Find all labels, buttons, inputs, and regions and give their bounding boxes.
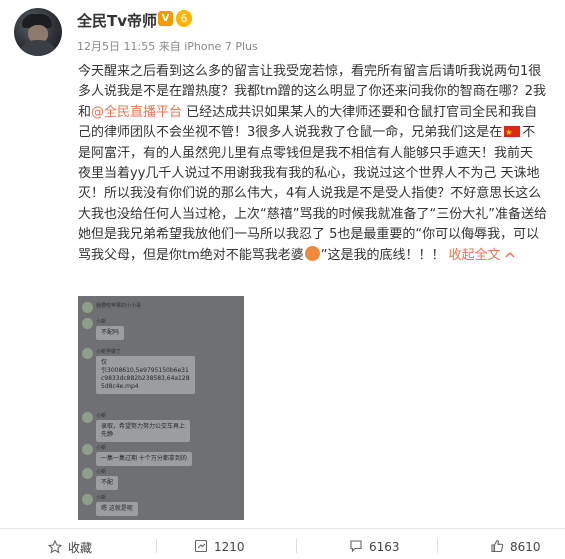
chat-avatar	[82, 318, 93, 329]
post-line-text: 不	[522, 125, 536, 141]
post-line: 她但是我兄弟希望我放他们一马所以我忍了 5也是最重要的“你可以侮辱我，可以	[78, 227, 540, 243]
chat-screenshot-image[interactable]: 我要吃苹果的小小哥 小新 不配吗 小新学做了 仅 引3008610,5e9795…	[78, 296, 244, 520]
chat-avatar	[82, 494, 93, 505]
post-line-text: 和	[78, 104, 92, 120]
star-icon	[48, 540, 62, 554]
chat-name: 小新	[96, 445, 107, 451]
post-line: 骂我父母，但是你tm绝对不能骂我老婆 ”这是我的底线！！！ 收起全文	[78, 245, 565, 266]
post-time[interactable]: 12月5日 11:55	[77, 40, 155, 53]
user-name[interactable]: 全民Tv帝师	[77, 10, 157, 31]
post-body: 今天醒来之后看到这么多的留言让我受宠若惊，看完所有留言后请听我说两句1很 多人说…	[78, 62, 565, 266]
post-line-text: 骂我父母，但是你tm绝对不能骂我老婆	[78, 247, 304, 263]
collapse-label: 收起全文	[448, 247, 501, 263]
divider	[296, 539, 297, 553]
post-line-text: 己的律师团队不会坐视不管！3很多人说我救了仓鼠一命，兄弟我们这是在	[78, 125, 503, 141]
post-header: 全民Tv帝师 V 6 12月5日 11:55 来自 iPhone 7 Plus	[0, 0, 565, 62]
chat-name: 小新	[96, 469, 107, 475]
like-button[interactable]: 8610	[490, 539, 541, 554]
post-line: 己的律师团队不会坐视不管！3很多人说我救了仓鼠一命，兄弟我们这是在 不	[78, 123, 565, 143]
post-line-text: ”这是我的底线！！！	[320, 247, 445, 263]
divider	[437, 539, 438, 553]
post-source: 来自 iPhone 7 Plus	[158, 40, 258, 53]
angry-emoji-icon	[304, 245, 320, 261]
chat-bubble: 一集一集过期 十个万分都拿到的	[96, 452, 192, 466]
china-flag-icon	[504, 123, 521, 144]
chat-name: 我要吃苹果的小小哥	[96, 303, 142, 309]
collapse-text-link[interactable]: 收起全文	[449, 248, 515, 263]
comment-count: 6163	[369, 540, 400, 554]
chat-bubble: 仅 引3008610,5e9795150b6e31 c9833dc882b238…	[96, 356, 195, 394]
comment-icon	[350, 540, 362, 553]
chat-bubble: 不配	[96, 476, 119, 490]
post-line: 今天醒来之后看到这么多的留言让我受宠若惊，看完所有留言后请听我说两句1很	[78, 64, 542, 79]
favorite-label: 收藏	[68, 541, 93, 555]
verified-badge[interactable]: V	[158, 11, 173, 26]
post-meta: 12月5日 11:55 来自 iPhone 7 Plus	[77, 38, 258, 54]
chat-name: 小新	[96, 495, 107, 501]
thumbs-up-icon	[491, 539, 504, 553]
post-line: 大我也没给任何人当过枪，上次“慈禧”骂我的时候我就准备了“三份大礼”准备送给	[78, 206, 547, 222]
avatar[interactable]	[14, 8, 62, 56]
chat-name: 小新	[96, 319, 107, 325]
chat-avatar	[82, 412, 93, 423]
post-line: 多人说我是不是在蹭热度？我都tm蹭的这么明显了你还来问我你的智商在哪？2我	[78, 84, 547, 100]
comment-button[interactable]: 6163	[349, 539, 400, 554]
like-count: 8610	[510, 540, 541, 554]
repost-count: 1210	[214, 540, 245, 554]
chat-avatar	[82, 444, 93, 455]
post-line-text: 已经达成共识如果某人的大律师还要和仓鼠打官司全民和我自	[182, 104, 538, 120]
post-line: 是阿富汗，有的人虽然兜儿里有点零钱但是我不相信有人能够只手遮天！我前天	[78, 145, 534, 161]
level-badge[interactable]: 6	[176, 10, 192, 27]
action-bar: 收藏 1210 6163 8610	[0, 528, 565, 559]
post-line: 灭！所以我没有你们说的那么伟大，4有人说我是不是受人指使？不好意思长这么	[78, 186, 542, 202]
divider	[156, 539, 157, 553]
chevron-up-icon	[505, 251, 515, 258]
favorite-button[interactable]: 收藏	[48, 539, 92, 556]
chat-bubble: 不配吗	[96, 326, 125, 340]
chat-avatar	[82, 468, 93, 479]
chat-name: 小新	[96, 413, 107, 419]
chat-bubble: 录取，希望努力努力公交车再上 先静	[96, 420, 191, 442]
chat-avatar	[82, 348, 93, 359]
repost-icon	[194, 539, 208, 553]
post-line: 夜里当着yy几千人说过不用谢我我有我的私心，我说过这个世界人不为己 天诛地	[78, 165, 540, 181]
avatar-body	[18, 40, 58, 56]
mention-link[interactable]: @全民直播平台	[91, 105, 182, 120]
chat-name: 小新学做了	[96, 349, 122, 355]
chat-avatar	[82, 302, 93, 313]
repost-button[interactable]: 1210	[194, 539, 245, 554]
post-line: 和@全民直播平台 已经达成共识如果某人的大律师还要和仓鼠打官司全民和我自	[78, 103, 565, 123]
chat-bubble: 嗯 这就是呢	[96, 502, 138, 516]
